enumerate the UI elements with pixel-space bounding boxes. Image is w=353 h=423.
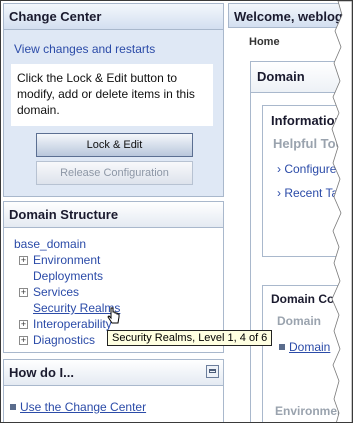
- view-changes-link[interactable]: View changes and restarts: [14, 42, 155, 56]
- tree-item-services[interactable]: + Services: [14, 284, 120, 300]
- screenshot-frame: Change Center View changes and restarts …: [0, 0, 353, 423]
- tree-root-base-domain[interactable]: base_domain: [14, 236, 120, 252]
- tree-item-label[interactable]: Interoperability: [33, 317, 112, 331]
- plus-expand-icon[interactable]: +: [19, 320, 28, 329]
- tree-item-security-realms[interactable]: Security Realms: [14, 300, 120, 316]
- change-center-title: Change Center: [4, 4, 223, 30]
- tree-item-deployments[interactable]: Deployments: [14, 268, 120, 284]
- lock-edit-button[interactable]: Lock & Edit: [36, 133, 193, 157]
- tree-item-label[interactable]: Diagnostics: [33, 333, 95, 347]
- bullet-icon: [279, 344, 285, 350]
- tree-item-diagnostics[interactable]: + Diagnostics: [14, 332, 120, 348]
- domain-subheading: Domain: [277, 314, 322, 328]
- plus-expand-icon[interactable]: +: [19, 256, 28, 265]
- hand-pointer-icon: [107, 307, 120, 324]
- plus-expand-icon[interactable]: +: [19, 336, 28, 345]
- tree-item-label[interactable]: Environment: [33, 253, 100, 267]
- change-center-panel: Change Center View changes and restarts …: [3, 3, 224, 197]
- plus-expand-icon[interactable]: +: [19, 288, 28, 297]
- bullet-icon: [10, 404, 16, 410]
- collapse-panel-icon[interactable]: [206, 365, 219, 378]
- domain-structure-title: Domain Structure: [4, 202, 223, 228]
- use-change-center-link[interactable]: Use the Change Center: [10, 400, 146, 414]
- domain-tree: base_domain + Environment Deployments + …: [14, 236, 120, 348]
- breadcrumb-home[interactable]: Home: [249, 36, 280, 48]
- how-do-i-title: How do I...: [9, 365, 74, 380]
- use-change-center-label[interactable]: Use the Change Center: [20, 400, 146, 414]
- change-center-message: Click the Lock & Edit button to modify, …: [11, 64, 213, 126]
- tree-item-label[interactable]: Services: [33, 285, 79, 299]
- tree-item-environment[interactable]: + Environment: [14, 252, 120, 268]
- how-do-i-panel: How do I... Use the Change Center: [3, 359, 224, 422]
- tree-item-label[interactable]: Deployments: [33, 269, 103, 283]
- how-do-i-header: How do I...: [4, 360, 223, 386]
- security-realms-tooltip: Security Realms, Level 1, 4 of 6: [107, 330, 273, 346]
- release-configuration-button: Release Configuration: [36, 161, 193, 185]
- tree-item-interoperability[interactable]: + Interoperability: [14, 316, 120, 332]
- torn-edge-decoration: [331, 1, 352, 422]
